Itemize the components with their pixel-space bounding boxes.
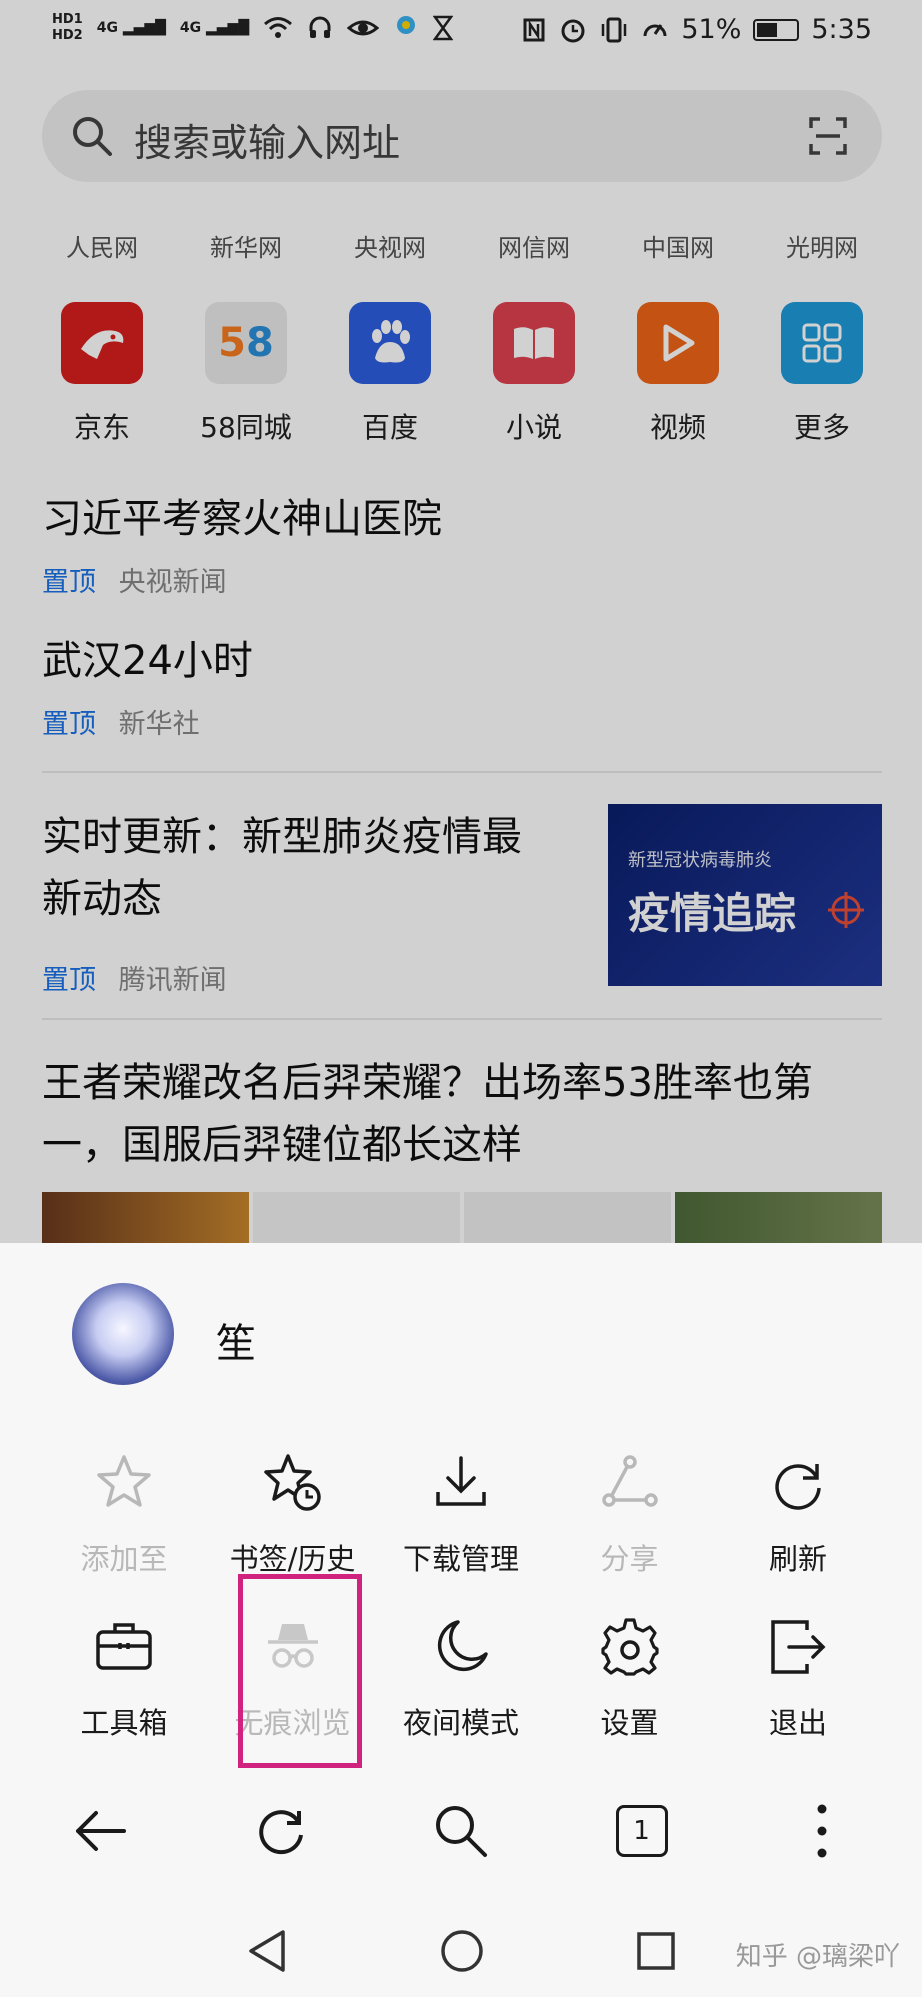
reload-icon: [258, 1810, 303, 1855]
toolbox-icon: [96, 1623, 152, 1670]
bookmark-history-icon: [263, 1454, 321, 1511]
download-icon: [436, 1456, 486, 1506]
share-button[interactable]: 分享: [546, 1452, 714, 1578]
gear-icon: [600, 1618, 659, 1676]
back-triangle-icon[interactable]: [245, 1928, 289, 1974]
dim-overlay[interactable]: [0, 0, 922, 1243]
refresh-icon: [775, 1464, 821, 1510]
menu-row-2: 工具箱 无痕浏览 夜间模式 设置 退出: [40, 1616, 882, 1742]
menu-label: 设置: [600, 1706, 659, 1740]
tab-count-icon: 1: [615, 1805, 668, 1857]
watermark: 知乎 @璃梁吖: [735, 1942, 900, 1972]
avatar[interactable]: [72, 1283, 174, 1385]
exit-button[interactable]: 退出: [714, 1616, 882, 1742]
exit-icon: [771, 1620, 826, 1674]
menu-label: 书签/历史: [229, 1542, 356, 1576]
reload-button[interactable]: [221, 1801, 341, 1861]
back-button[interactable]: [40, 1807, 160, 1855]
download-manager-button[interactable]: 下载管理: [377, 1452, 545, 1578]
menu-label: 工具箱: [80, 1706, 168, 1740]
night-mode-button[interactable]: 夜间模式: [377, 1616, 545, 1742]
more-vertical-icon: [817, 1804, 827, 1858]
menu-label: 下载管理: [402, 1542, 519, 1576]
share-icon: [601, 1455, 658, 1507]
home-circle-icon[interactable]: [439, 1928, 485, 1974]
refresh-button[interactable]: 刷新: [714, 1452, 882, 1578]
tabs-button[interactable]: 1: [582, 1805, 702, 1857]
search-icon: [436, 1806, 487, 1857]
menu-row-1: 添加至 书签/历史 下载管理 分享 刷新: [40, 1452, 882, 1578]
settings-button[interactable]: 设置: [546, 1616, 714, 1742]
add-to-button[interactable]: 添加至: [40, 1452, 208, 1578]
menu-label: 夜间模式: [402, 1706, 519, 1740]
back-arrow-icon: [76, 1811, 126, 1851]
search-button[interactable]: [401, 1801, 521, 1861]
menu-label: 刷新: [768, 1542, 827, 1576]
tab-count: 1: [633, 1816, 650, 1846]
browser-nav: 1: [40, 1795, 882, 1867]
username: 笙: [216, 1321, 256, 1367]
star-icon: [97, 1455, 151, 1507]
menu-label: 添加至: [80, 1542, 168, 1576]
moon-icon: [437, 1620, 488, 1672]
more-button[interactable]: [762, 1803, 882, 1859]
menu-label: 分享: [600, 1542, 659, 1576]
toolbox-button[interactable]: 工具箱: [40, 1616, 208, 1742]
highlight-box: [238, 1574, 362, 1768]
menu-label: 退出: [768, 1706, 827, 1740]
recents-square-icon[interactable]: [635, 1930, 677, 1972]
bookmark-history-button[interactable]: 书签/历史: [209, 1452, 377, 1578]
